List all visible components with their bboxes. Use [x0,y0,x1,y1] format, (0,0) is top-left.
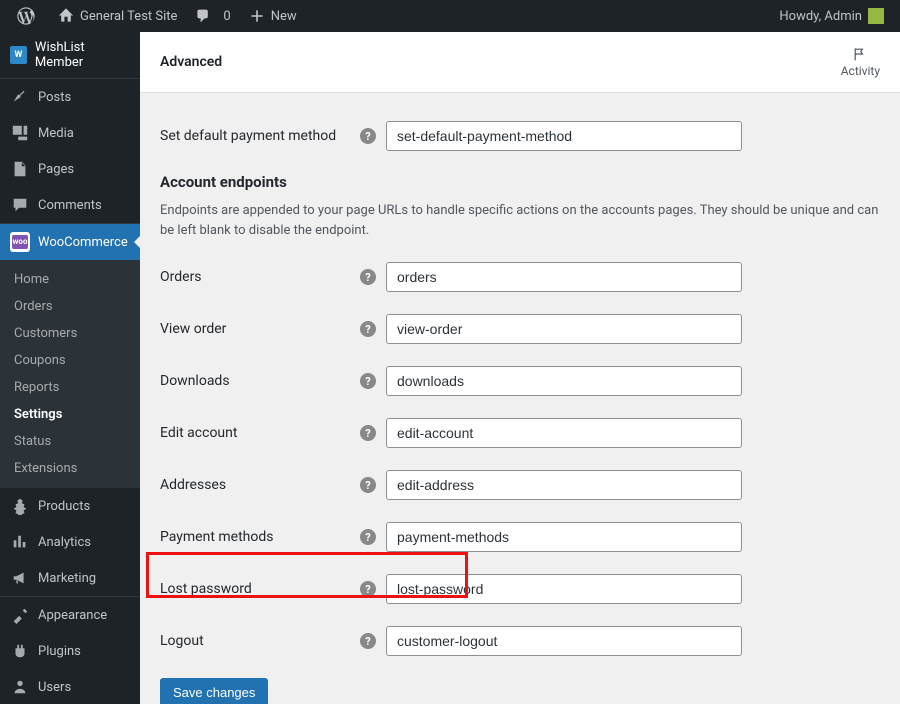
input-payment-methods[interactable] [386,522,742,552]
save-changes-button[interactable]: Save changes [160,678,268,704]
help-icon[interactable]: ? [360,321,376,337]
input-edit-account[interactable] [386,418,742,448]
sidebar-item-appearance[interactable]: Appearance [0,596,140,633]
plugins-icon [10,641,30,661]
row-view-order: View order ? [160,314,880,344]
row-orders: Orders ? [160,262,880,292]
admin-bar: General Test Site 0 New Howdy, Admin [0,0,900,32]
sidebar-item-posts[interactable]: Posts [0,78,140,115]
help-icon[interactable]: ? [360,373,376,389]
label-payment-methods: Payment methods [160,529,360,545]
appearance-icon [10,605,30,625]
row-payment-methods: Payment methods ? [160,522,880,552]
site-name-link[interactable]: General Test Site [48,0,185,32]
row-downloads: Downloads ? [160,366,880,396]
marketing-icon [10,568,30,588]
input-addresses[interactable] [386,470,742,500]
new-label: New [271,9,297,24]
help-icon[interactable]: ? [360,529,376,545]
comments-count: 0 [223,9,230,24]
products-icon [10,496,30,516]
input-orders[interactable] [386,262,742,292]
sidebar-item-pages[interactable]: Pages [0,151,140,187]
submenu-extensions[interactable]: Extensions [0,455,140,482]
page-title: Advanced [160,54,222,70]
sidebar-item-wishlist[interactable]: W WishList Member [0,32,140,78]
row-default-payment: Set default payment method ? [160,121,880,151]
comment-icon [193,6,213,26]
label-logout: Logout [160,633,360,649]
submenu-status[interactable]: Status [0,428,140,455]
woocommerce-submenu: Home Orders Customers Coupons Reports Se… [0,260,140,488]
help-icon[interactable]: ? [360,128,376,144]
section-title-account-endpoints: Account endpoints [160,173,880,191]
pin-icon [10,87,30,107]
label-edit-account: Edit account [160,425,360,441]
help-icon[interactable]: ? [360,581,376,597]
new-content-link[interactable]: New [239,0,305,32]
plus-icon [247,6,267,26]
input-default-payment[interactable] [386,121,742,151]
row-lost-password: Lost password ? [160,574,880,604]
submenu-reports[interactable]: Reports [0,374,140,401]
comments-icon [10,195,30,215]
main-content: Advanced Activity Set default payment me… [140,32,900,704]
input-view-order[interactable] [386,314,742,344]
sidebar-item-products[interactable]: Products [0,488,140,524]
comments-link[interactable]: 0 [185,0,238,32]
label-default-payment: Set default payment method [160,128,360,144]
howdy-text: Howdy, Admin [779,9,862,24]
analytics-icon [10,532,30,552]
help-icon[interactable]: ? [360,425,376,441]
submenu-customers[interactable]: Customers [0,320,140,347]
sidebar-item-analytics[interactable]: Analytics [0,524,140,560]
sidebar-item-marketing[interactable]: Marketing [0,560,140,596]
sidebar-item-users[interactable]: Users [0,669,140,704]
users-icon [10,677,30,697]
submenu-orders[interactable]: Orders [0,293,140,320]
admin-sidebar: W WishList Member Posts Media Pages Comm… [0,32,140,704]
avatar [868,8,884,24]
submenu-coupons[interactable]: Coupons [0,347,140,374]
woocommerce-icon: woo [10,232,30,252]
input-downloads[interactable] [386,366,742,396]
flag-icon [852,46,868,62]
submenu-settings[interactable]: Settings [0,401,140,428]
sidebar-item-woocommerce[interactable]: woo WooCommerce [0,223,140,260]
help-icon[interactable]: ? [360,633,376,649]
label-orders: Orders [160,269,360,285]
sidebar-item-plugins[interactable]: Plugins [0,633,140,669]
row-addresses: Addresses ? [160,470,880,500]
row-edit-account: Edit account ? [160,418,880,448]
activity-panel-toggle[interactable]: Activity [841,46,880,78]
label-lost-password: Lost password [160,581,360,597]
page-header: Advanced Activity [140,32,900,93]
wishlist-icon: W [10,46,27,64]
help-icon[interactable]: ? [360,269,376,285]
submenu-home[interactable]: Home [0,266,140,293]
input-logout[interactable] [386,626,742,656]
label-view-order: View order [160,321,360,337]
site-name: General Test Site [80,9,177,24]
label-downloads: Downloads [160,373,360,389]
wp-logo[interactable] [8,0,48,32]
section-description: Endpoints are appended to your page URLs… [160,201,880,240]
input-lost-password[interactable] [386,574,742,604]
row-logout: Logout ? [160,626,880,656]
sidebar-item-comments[interactable]: Comments [0,187,140,223]
howdy-account[interactable]: Howdy, Admin [771,0,892,32]
home-icon [56,6,76,26]
sidebar-item-media[interactable]: Media [0,115,140,151]
help-icon[interactable]: ? [360,477,376,493]
label-addresses: Addresses [160,477,360,493]
wordpress-icon [16,6,36,26]
page-icon [10,159,30,179]
media-icon [10,123,30,143]
